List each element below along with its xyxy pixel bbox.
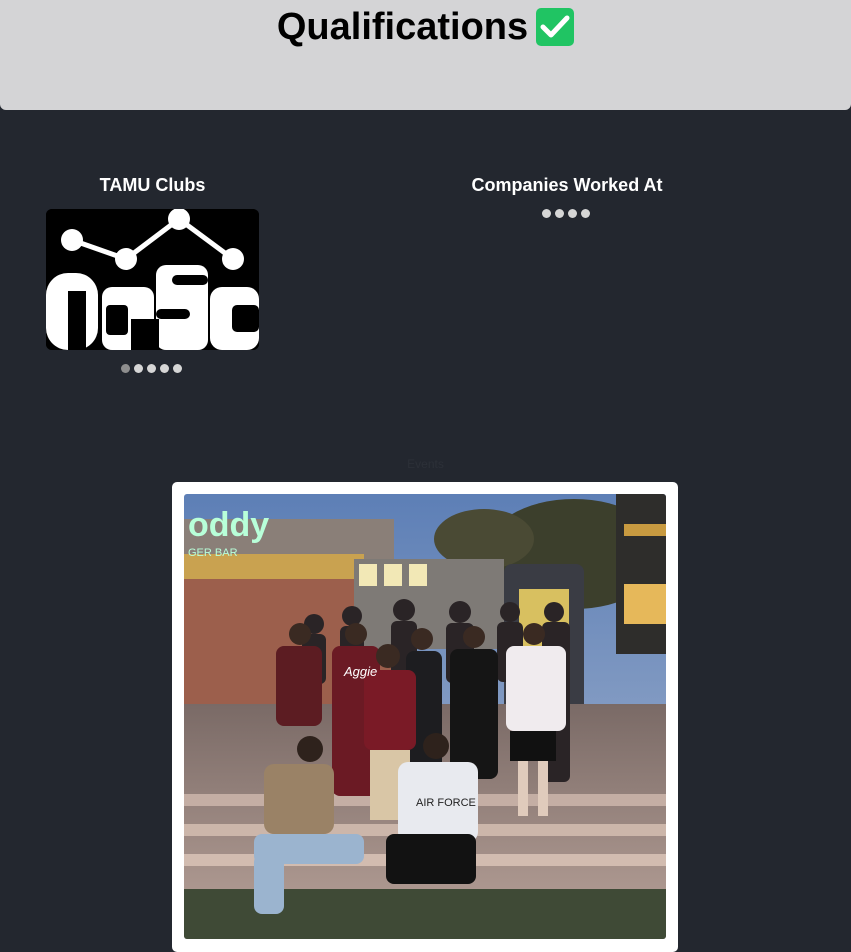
aidsc-logo-graphic: [46, 209, 259, 350]
shirt-text-air-force: AIR FORCE: [416, 797, 476, 809]
restaurant-sign-text: oddy: [188, 506, 269, 544]
companies-carousel-indicators: [542, 209, 590, 218]
aidsc-club-logo[interactable]: [46, 209, 259, 350]
check-mark-button-icon: [536, 8, 575, 46]
shirt-text-aggie: Aggie: [343, 664, 377, 679]
carousel-dot[interactable]: [134, 364, 143, 373]
companies-worked-at-heading: Companies Worked At: [471, 175, 663, 195]
carousel-dot[interactable]: [555, 209, 564, 218]
events-heading: Events: [407, 457, 444, 471]
group-photo-illustration: oddy GER BAR Aggie AIR FORCE: [184, 494, 666, 939]
qualifications-header: Qualifications: [0, 0, 851, 110]
carousel-dot[interactable]: [147, 364, 156, 373]
restaurant-sign-subtext: GER BAR: [188, 547, 238, 559]
carousel-dot[interactable]: [542, 209, 551, 218]
carousel-dot[interactable]: [160, 364, 169, 373]
carousel-dot[interactable]: [581, 209, 590, 218]
event-group-photo: oddy GER BAR Aggie AIR FORCE: [184, 494, 666, 939]
carousel-dot[interactable]: [121, 364, 130, 373]
tamu-clubs-heading: TAMU Clubs: [99, 175, 206, 195]
page-title-text: Qualifications: [276, 6, 529, 48]
clubs-carousel-indicators: [121, 364, 182, 373]
carousel-dot[interactable]: [568, 209, 577, 218]
carousel-dot[interactable]: [173, 364, 182, 373]
page-title: Qualifications: [0, 4, 851, 50]
